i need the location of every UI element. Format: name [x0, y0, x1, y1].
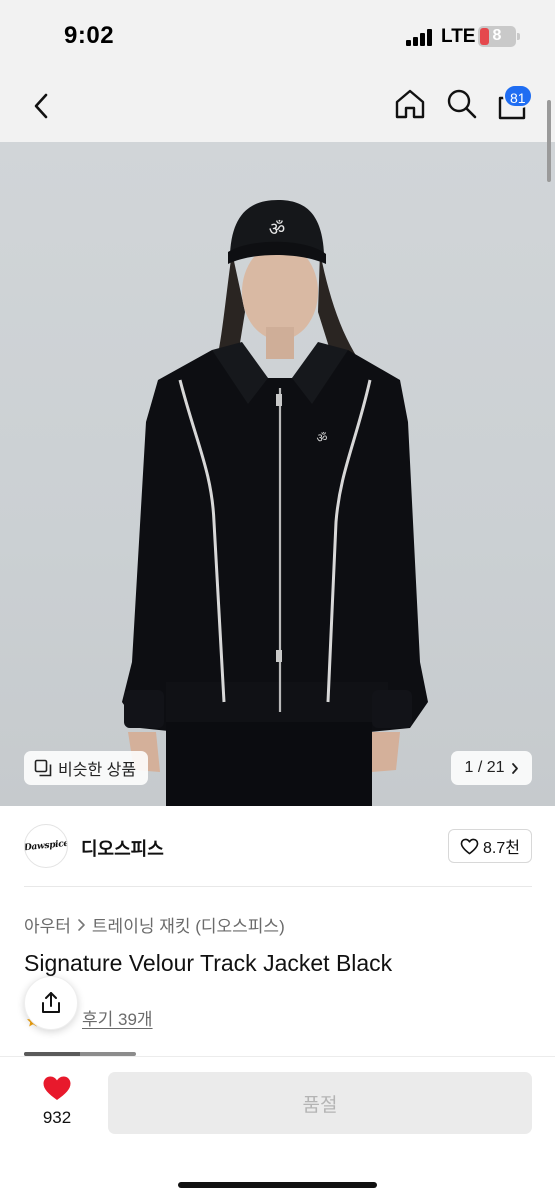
review-link[interactable]: 후기 39개 — [82, 1005, 153, 1030]
brand-like-count: 8.7천 — [483, 840, 520, 857]
product-image[interactable]: ॐ ॐ 비슷한 상품 1 / 21 — [0, 142, 555, 806]
share-button[interactable] — [24, 976, 78, 1030]
home-icon[interactable] — [392, 86, 428, 122]
breadcrumb-item-category[interactable]: 트레이닝 재킷 (디오스피스) — [92, 912, 285, 937]
heart-filled-icon[interactable] — [42, 1075, 72, 1102]
product-title: Signature Velour Track Jacket Black — [24, 950, 393, 976]
home-indicator — [178, 1182, 377, 1188]
breadcrumb-item-outer[interactable]: 아우터 — [24, 912, 71, 937]
battery-icon: 8 — [478, 26, 516, 47]
brand-logo[interactable]: Dawspice — [24, 824, 68, 868]
image-pager-count: 1 / 21 — [464, 759, 505, 776]
network-label: LTE — [441, 26, 476, 47]
similar-products-label: 비슷한 상품 — [58, 762, 137, 779]
scrollbar[interactable] — [547, 100, 551, 182]
brand-name[interactable]: 디오스피스 — [81, 835, 164, 861]
sold-out-button[interactable]: 품절 — [108, 1072, 532, 1134]
chevron-right-icon — [511, 762, 518, 774]
cart-count-badge: 81 — [503, 84, 533, 108]
heart-outline-icon — [460, 838, 479, 854]
search-icon[interactable] — [444, 86, 480, 122]
brand-like-button[interactable]: 8.7천 — [448, 829, 532, 863]
svg-text:ॐ: ॐ — [317, 431, 328, 445]
signal-icon — [406, 29, 436, 46]
chevron-right-icon — [78, 918, 85, 931]
battery-level: 8 — [492, 27, 502, 44]
model-photo: ॐ ॐ — [122, 200, 428, 806]
status-bar: 9:02 LTE 8 — [0, 0, 555, 70]
sold-out-label: 품절 — [302, 1094, 338, 1116]
battery-cap — [517, 33, 520, 40]
similar-products-button[interactable]: 비슷한 상품 — [24, 751, 149, 785]
copy-icon — [34, 759, 52, 777]
divider — [24, 886, 532, 887]
image-pager[interactable]: 1 / 21 — [451, 751, 532, 785]
svg-text:ॐ: ॐ — [269, 219, 285, 240]
brand-logo-text: Dawspice — [24, 838, 68, 854]
share-icon — [42, 992, 60, 1013]
status-time: 9:02 — [64, 22, 115, 49]
nav-bar — [0, 70, 555, 142]
wish-count: 932 — [42, 1108, 72, 1127]
breadcrumb: 아우터 트레이닝 재킷 (디오스피스) — [24, 912, 285, 937]
chevron-left-icon[interactable] — [26, 88, 58, 124]
